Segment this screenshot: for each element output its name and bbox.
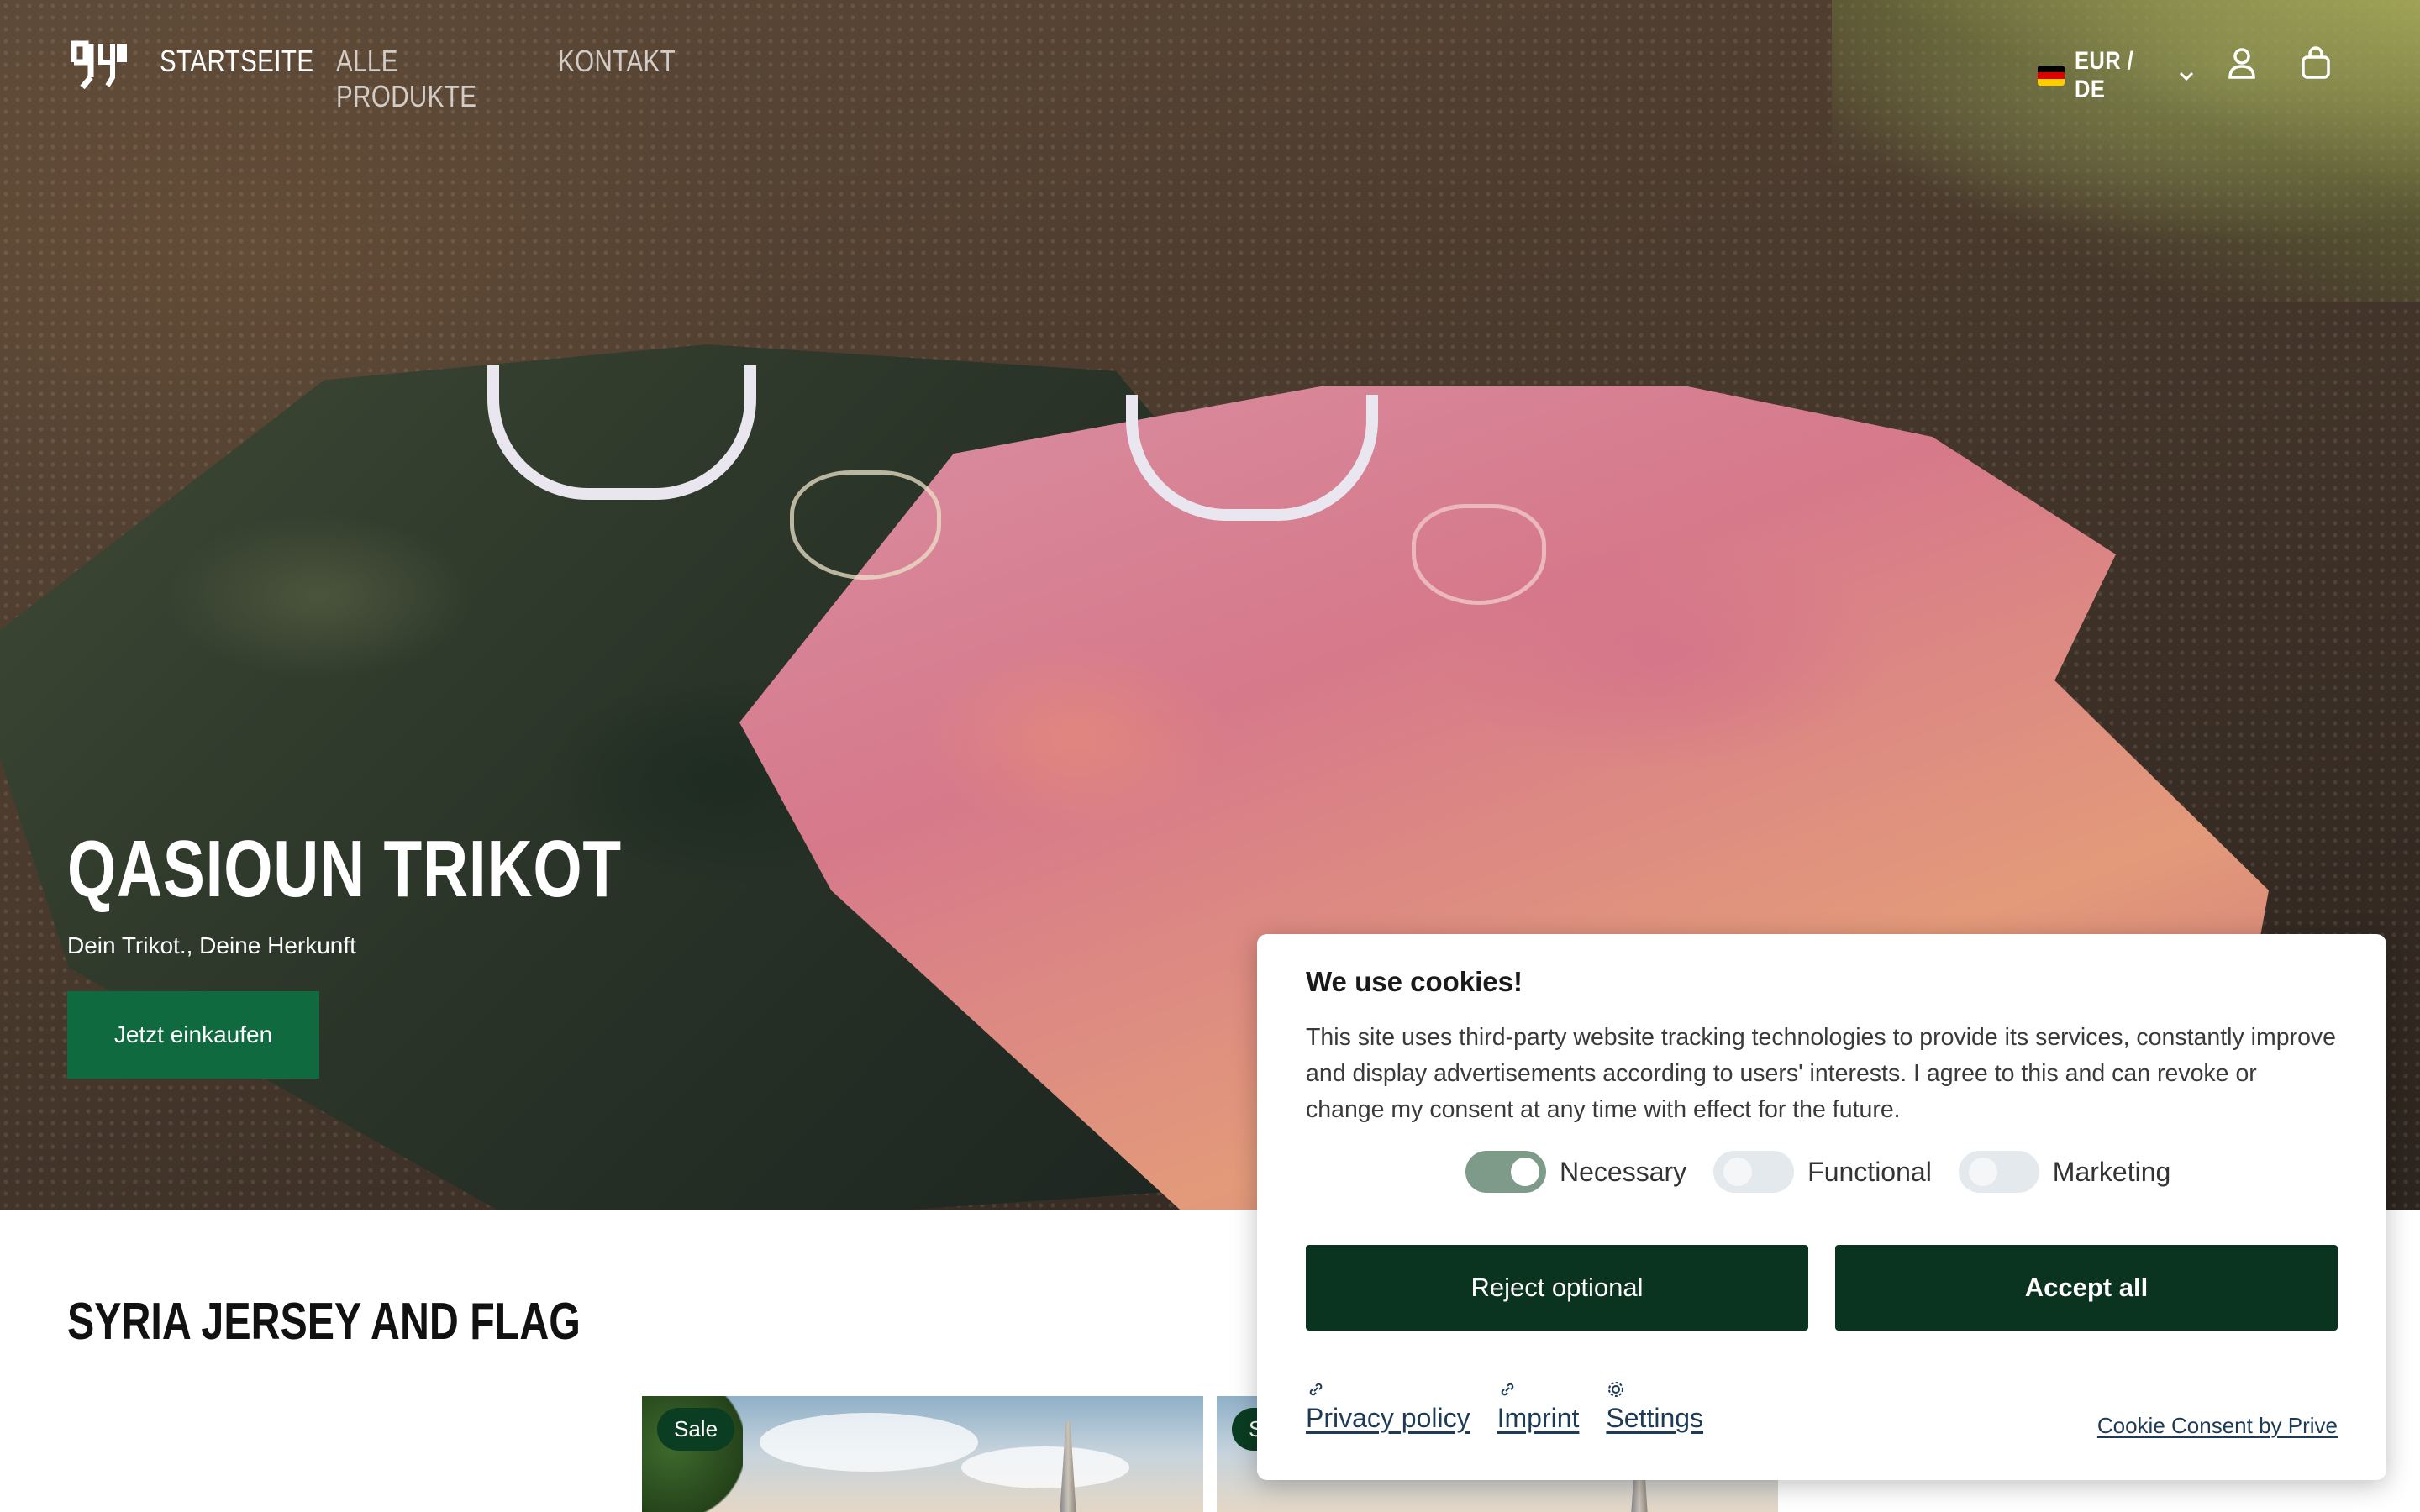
brand-logo[interactable] (67, 39, 128, 91)
toggle-marketing[interactable]: Marketing (1958, 1151, 2171, 1193)
flag-de-icon (2038, 66, 2065, 86)
link-label: Privacy policy (1306, 1403, 1470, 1433)
gear-icon (1608, 1382, 1624, 1397)
hero-title: QASIOUN TRIKOT (67, 824, 622, 914)
toggle-label: Marketing (2052, 1156, 2171, 1187)
link-icon (1501, 1383, 1513, 1396)
main-nav: STARTSEITE ALLE PRODUKTE KONTAKT (160, 44, 676, 114)
toggle-switch-off[interactable] (1713, 1151, 1795, 1193)
product-card[interactable]: Sale (642, 1396, 1203, 1512)
shop-now-button[interactable]: Jetzt einkaufen (67, 991, 319, 1079)
accept-all-button[interactable]: Accept all (1835, 1245, 2338, 1331)
eagle-crest-icon (790, 470, 941, 580)
user-icon[interactable] (2225, 45, 2259, 81)
imprint-link[interactable]: Imprint (1497, 1379, 1580, 1434)
toggle-label: Functional (1807, 1156, 1932, 1187)
locale-label: EUR / DE (2075, 47, 2134, 103)
cookie-toggles: Necessary Functional Marketing (1465, 1151, 2197, 1193)
site-header: STARTSEITE ALLE PRODUKTE KONTAKT EUR / D… (0, 0, 2420, 126)
eagle-crest-icon (1412, 504, 1546, 605)
product-image-cloud (760, 1413, 978, 1472)
section-title: SYRIA JERSEY AND FLAG (67, 1293, 581, 1351)
cookie-consent-dialog: We use cookies! This site uses third-par… (1257, 934, 2386, 1480)
nav-startseite[interactable]: STARTSEITE (160, 44, 313, 114)
product-image-cloud (961, 1446, 1129, 1488)
shopping-bag-icon[interactable] (2299, 45, 2333, 81)
link-label: Imprint (1497, 1403, 1580, 1433)
toggle-label: Necessary (1560, 1156, 1687, 1187)
toggle-switch-off[interactable] (1958, 1151, 2039, 1193)
jersey-collar (487, 365, 756, 500)
nav-kontakt[interactable]: KONTAKT (558, 44, 676, 114)
sale-badge: Sale (657, 1408, 735, 1451)
reject-optional-button[interactable]: Reject optional (1306, 1245, 1808, 1331)
settings-link[interactable]: Settings (1606, 1379, 1703, 1434)
nav-alle-produkte[interactable]: ALLE PRODUKTE (336, 44, 491, 114)
currency-language-selector[interactable]: EUR / DE (2038, 47, 2196, 104)
link-label: Settings (1606, 1403, 1704, 1433)
privacy-policy-link[interactable]: Privacy policy (1306, 1379, 1470, 1434)
toggle-necessary[interactable]: Necessary (1465, 1151, 1686, 1193)
toggle-switch-on[interactable] (1465, 1151, 1546, 1193)
cookie-links: Privacy policy Imprint Settings (1306, 1379, 1703, 1434)
chevron-down-icon (2179, 71, 2194, 81)
toggle-functional[interactable]: Functional (1713, 1151, 1932, 1193)
hero-subtitle: Dein Trikot., Deine Herkunft (67, 932, 356, 958)
cookie-title: We use cookies! (1306, 966, 1523, 997)
link-icon (1309, 1383, 1323, 1396)
cookie-description: This site uses third-party website track… (1306, 1024, 2337, 1123)
cookie-consent-brand-link[interactable]: Cookie Consent by Prive (2097, 1413, 2338, 1439)
